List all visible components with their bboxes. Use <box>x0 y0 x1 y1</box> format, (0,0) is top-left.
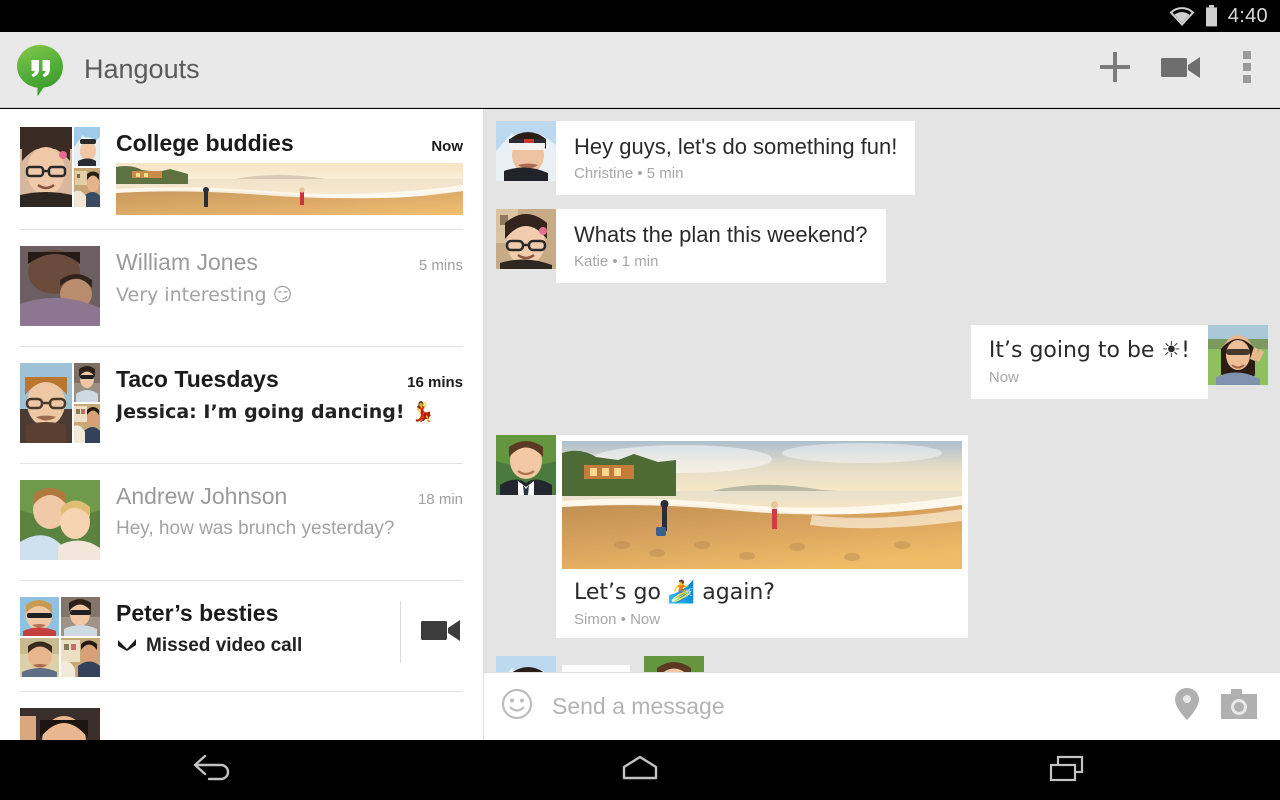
battery-icon <box>1205 5 1218 27</box>
conversation-snippet: Hey, how was brunch yesterday? <box>116 518 395 539</box>
conversation-snippet: Missed video call <box>146 635 303 656</box>
conversation-time: 18 min <box>417 491 463 508</box>
message-text: Whats the plan this weekend? <box>574 222 868 247</box>
message-meta: Now <box>988 369 1019 386</box>
avatar <box>496 209 556 269</box>
conversation-snippet: Jessica: I’m going dancing! 💃 <box>116 401 435 423</box>
conversation-content: Peter’s besties Missed video call <box>116 597 374 677</box>
plus-icon <box>1095 47 1135 92</box>
hangouts-logo-icon <box>16 44 64 96</box>
conversation-time: Now <box>431 138 463 155</box>
home-icon <box>616 751 664 790</box>
device-screen: 4:40 Hangouts College buddies Now Willia… <box>0 0 1280 800</box>
video-camera-icon <box>419 615 463 650</box>
message-bubble[interactable]: It’s going to be ☀! Now <box>970 325 1208 399</box>
avatar <box>20 480 100 560</box>
message-meta: Christine • 5 min <box>574 165 684 182</box>
missed-call-line: Missed video call <box>116 633 374 659</box>
chat-pane: Hey guys, let's do something fun! Christ… <box>484 109 1280 740</box>
conversation-thumbnail[interactable] <box>116 163 463 215</box>
page-title: Hangouts <box>84 54 200 84</box>
avatar <box>20 708 100 740</box>
avatar <box>496 656 556 672</box>
video-camera-icon <box>1159 52 1203 87</box>
avatar <box>644 656 704 672</box>
photo-message-bubble[interactable]: Let’s go 🏄 again? Simon • Now <box>556 435 968 638</box>
conversation-item-college-buddies[interactable]: College buddies Now <box>0 109 483 215</box>
message-photo[interactable] <box>562 441 962 569</box>
status-bar: 4:40 <box>0 0 1280 32</box>
conversation-name: William Jones <box>116 249 258 275</box>
conversation-header: Taco Tuesdays 16 mins <box>116 365 463 393</box>
photo-caption: Let’s go 🏄 again? Simon • Now <box>562 569 962 628</box>
back-arrow-icon <box>189 751 237 790</box>
video-call-button[interactable] <box>1148 32 1214 108</box>
conversation-content <box>116 708 463 740</box>
video-call-action-button[interactable] <box>400 601 463 663</box>
conversation-content: Andrew Johnson 18 min Hey, how was brunc… <box>116 480 463 560</box>
new-hangout-button[interactable] <box>1082 32 1148 108</box>
conversation-header: Peter’s besties <box>116 599 374 627</box>
recent-apps-icon <box>1043 751 1091 790</box>
message-meta: Katie • 1 min <box>574 253 659 270</box>
conversation-header: Andrew Johnson 18 min <box>116 482 463 510</box>
message-list[interactable]: Hey guys, let's do something fun! Christ… <box>484 109 1280 672</box>
typing-indicator-row <box>484 656 1280 672</box>
avatar <box>496 435 556 495</box>
message-text: Let’s go 🏄 again? <box>574 580 775 605</box>
conversation-snippet: Very interesting 😏 <box>116 284 293 306</box>
message-row: Let’s go 🏄 again? Simon • Now <box>484 435 1280 638</box>
conversation-item-partial[interactable] <box>0 692 483 740</box>
missed-call-arrow-icon <box>116 636 138 657</box>
avatar <box>20 246 100 326</box>
message-bubble[interactable]: Whats the plan this weekend? Katie • 1 m… <box>556 209 886 283</box>
overflow-menu-icon <box>1242 50 1252 89</box>
camera-icon[interactable] <box>1220 688 1258 725</box>
conversation-name: Andrew Johnson <box>116 483 288 509</box>
status-clock: 4:40 <box>1227 4 1268 27</box>
main-content: College buddies Now William Jones 5 mins… <box>0 109 1280 740</box>
android-navigation-bar <box>0 740 1280 800</box>
message-text: Hey guys, let's do something fun! <box>574 134 898 159</box>
home-button[interactable] <box>580 740 700 800</box>
conversation-item-andrew-johnson[interactable]: Andrew Johnson 18 min Hey, how was brunc… <box>0 464 483 560</box>
message-input[interactable] <box>552 693 1154 720</box>
conversation-content: Taco Tuesdays 16 mins Jessica: I’m going… <box>116 363 463 443</box>
conversation-name: College buddies <box>116 130 294 156</box>
avatar <box>496 121 556 181</box>
back-button[interactable] <box>153 740 273 800</box>
message-row: It’s going to be ☀! Now <box>484 325 1280 399</box>
message-bubble[interactable]: Hey guys, let's do something fun! Christ… <box>556 121 916 195</box>
conversation-list[interactable]: College buddies Now William Jones 5 mins… <box>0 109 484 740</box>
message-text: It’s going to be ☀! <box>988 338 1190 363</box>
conversation-item-william-jones[interactable]: William Jones 5 mins Very interesting 😏 <box>0 230 483 326</box>
avatar <box>20 127 100 207</box>
conversation-name: Taco Tuesdays <box>116 366 279 392</box>
compose-bar <box>484 672 1280 740</box>
message-meta: Simon • Now <box>574 611 661 628</box>
conversation-item-taco-tuesdays[interactable]: Taco Tuesdays 16 mins Jessica: I’m going… <box>0 347 483 443</box>
overflow-menu-button[interactable] <box>1214 32 1280 108</box>
action-bar: Hangouts <box>0 32 1280 108</box>
conversation-header: College buddies Now <box>116 129 463 157</box>
conversation-header: William Jones 5 mins <box>116 248 463 276</box>
conversation-content: College buddies Now <box>116 127 463 215</box>
wifi-icon <box>1169 6 1195 26</box>
conversation-item-peters-besties[interactable]: Peter’s besties Missed video call <box>0 581 483 677</box>
typing-indicator <box>562 665 630 672</box>
smiley-face-icon[interactable] <box>500 687 534 726</box>
recent-apps-button[interactable] <box>1007 740 1127 800</box>
avatar <box>20 363 100 443</box>
avatar <box>20 597 100 677</box>
avatar <box>1208 325 1268 385</box>
conversation-time: 16 mins <box>407 374 463 391</box>
conversation-time: 5 mins <box>418 257 463 274</box>
message-row: Hey guys, let's do something fun! Christ… <box>484 121 1280 195</box>
conversation-name: Peter’s besties <box>116 600 279 626</box>
location-pin-icon[interactable] <box>1172 685 1202 728</box>
message-row: Whats the plan this weekend? Katie • 1 m… <box>484 209 1280 283</box>
conversation-content: William Jones 5 mins Very interesting 😏 <box>116 246 463 326</box>
